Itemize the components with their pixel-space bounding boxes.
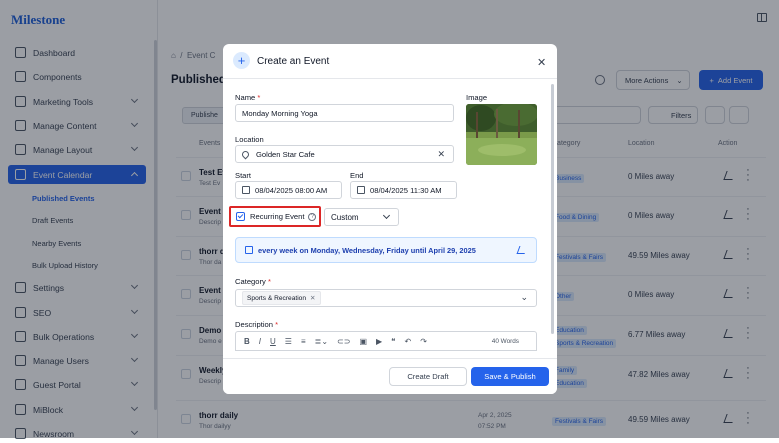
start-datetime-field[interactable]: 08/04/2025 08:00 AM [235,181,342,199]
recurring-event-checkbox[interactable]: Recurring Event ? [229,206,321,227]
italic-icon[interactable]: I [259,337,261,346]
video-icon[interactable]: ▶ [376,337,382,346]
divider [223,78,557,79]
end-label: End [350,171,364,180]
word-count: 40 Words [491,338,519,345]
category-label: Category * [235,277,271,286]
recurrence-select[interactable]: Custom [324,208,399,226]
event-image[interactable] [466,104,537,165]
modal-scrollbar[interactable] [551,84,554,334]
underline-icon[interactable]: U [270,337,276,346]
location-label: Location [235,135,264,144]
start-label: Start [235,171,252,180]
calendar-icon [245,246,253,254]
calendar-icon [242,186,250,194]
chevron-down-icon [382,211,391,220]
location-field[interactable]: Golden Star Cafe ✕ [235,145,454,163]
modal-title: Create an Event [257,56,330,67]
calendar-icon [357,186,365,194]
modal-footer: Create Draft Save & Publish [223,358,557,394]
forest-photo [466,104,537,165]
bold-icon[interactable]: B [244,337,250,346]
save-publish-button[interactable]: Save & Publish [471,367,549,386]
close-icon[interactable]: ✕ [537,56,546,69]
end-datetime-field[interactable]: 08/04/2025 11:30 AM [350,181,457,199]
category-tag: Sports & Recreation ✕ [242,291,321,305]
image-label: Image [466,93,488,102]
description-label: Description * [235,320,279,329]
create-draft-button[interactable]: Create Draft [389,367,467,386]
align-icon[interactable]: ≣⌄ [315,337,328,346]
create-event-modal: + Create an Event ✕ Name * Monday Mornin… [223,44,557,394]
info-icon[interactable]: ? [308,212,317,221]
image-icon[interactable]: ▣ [359,337,367,346]
recurrence-summary: every week on Monday, Wednesday, Friday … [235,237,537,263]
clear-icon[interactable]: ✕ [437,149,445,160]
undo-icon[interactable]: ↶ [404,337,411,346]
checkbox-checked-icon[interactable] [236,212,245,221]
editor-toolbar: B I U ☰ ≡ ≣⌄ ⊂⊃ ▣ ▶ ❝ ↶ ↷ 40 Words [235,331,537,351]
name-label: Name * [235,93,261,102]
plus-icon: + [233,52,250,69]
bullet-list-icon[interactable]: ☰ [285,337,292,346]
location-pin-icon [240,149,251,159]
numbered-list-icon[interactable]: ≡ [301,337,306,346]
edit-icon[interactable] [516,246,528,254]
name-field[interactable]: Monday Morning Yoga [235,104,454,122]
remove-tag-icon[interactable]: ✕ [310,295,316,302]
category-select[interactable]: Sports & Recreation ✕ ⌄ [235,289,537,307]
chevron-down-icon[interactable]: ⌄ [520,292,528,303]
redo-icon[interactable]: ↷ [420,337,427,346]
quote-icon[interactable]: ❝ [391,337,395,346]
link-icon[interactable]: ⊂⊃ [337,337,350,346]
